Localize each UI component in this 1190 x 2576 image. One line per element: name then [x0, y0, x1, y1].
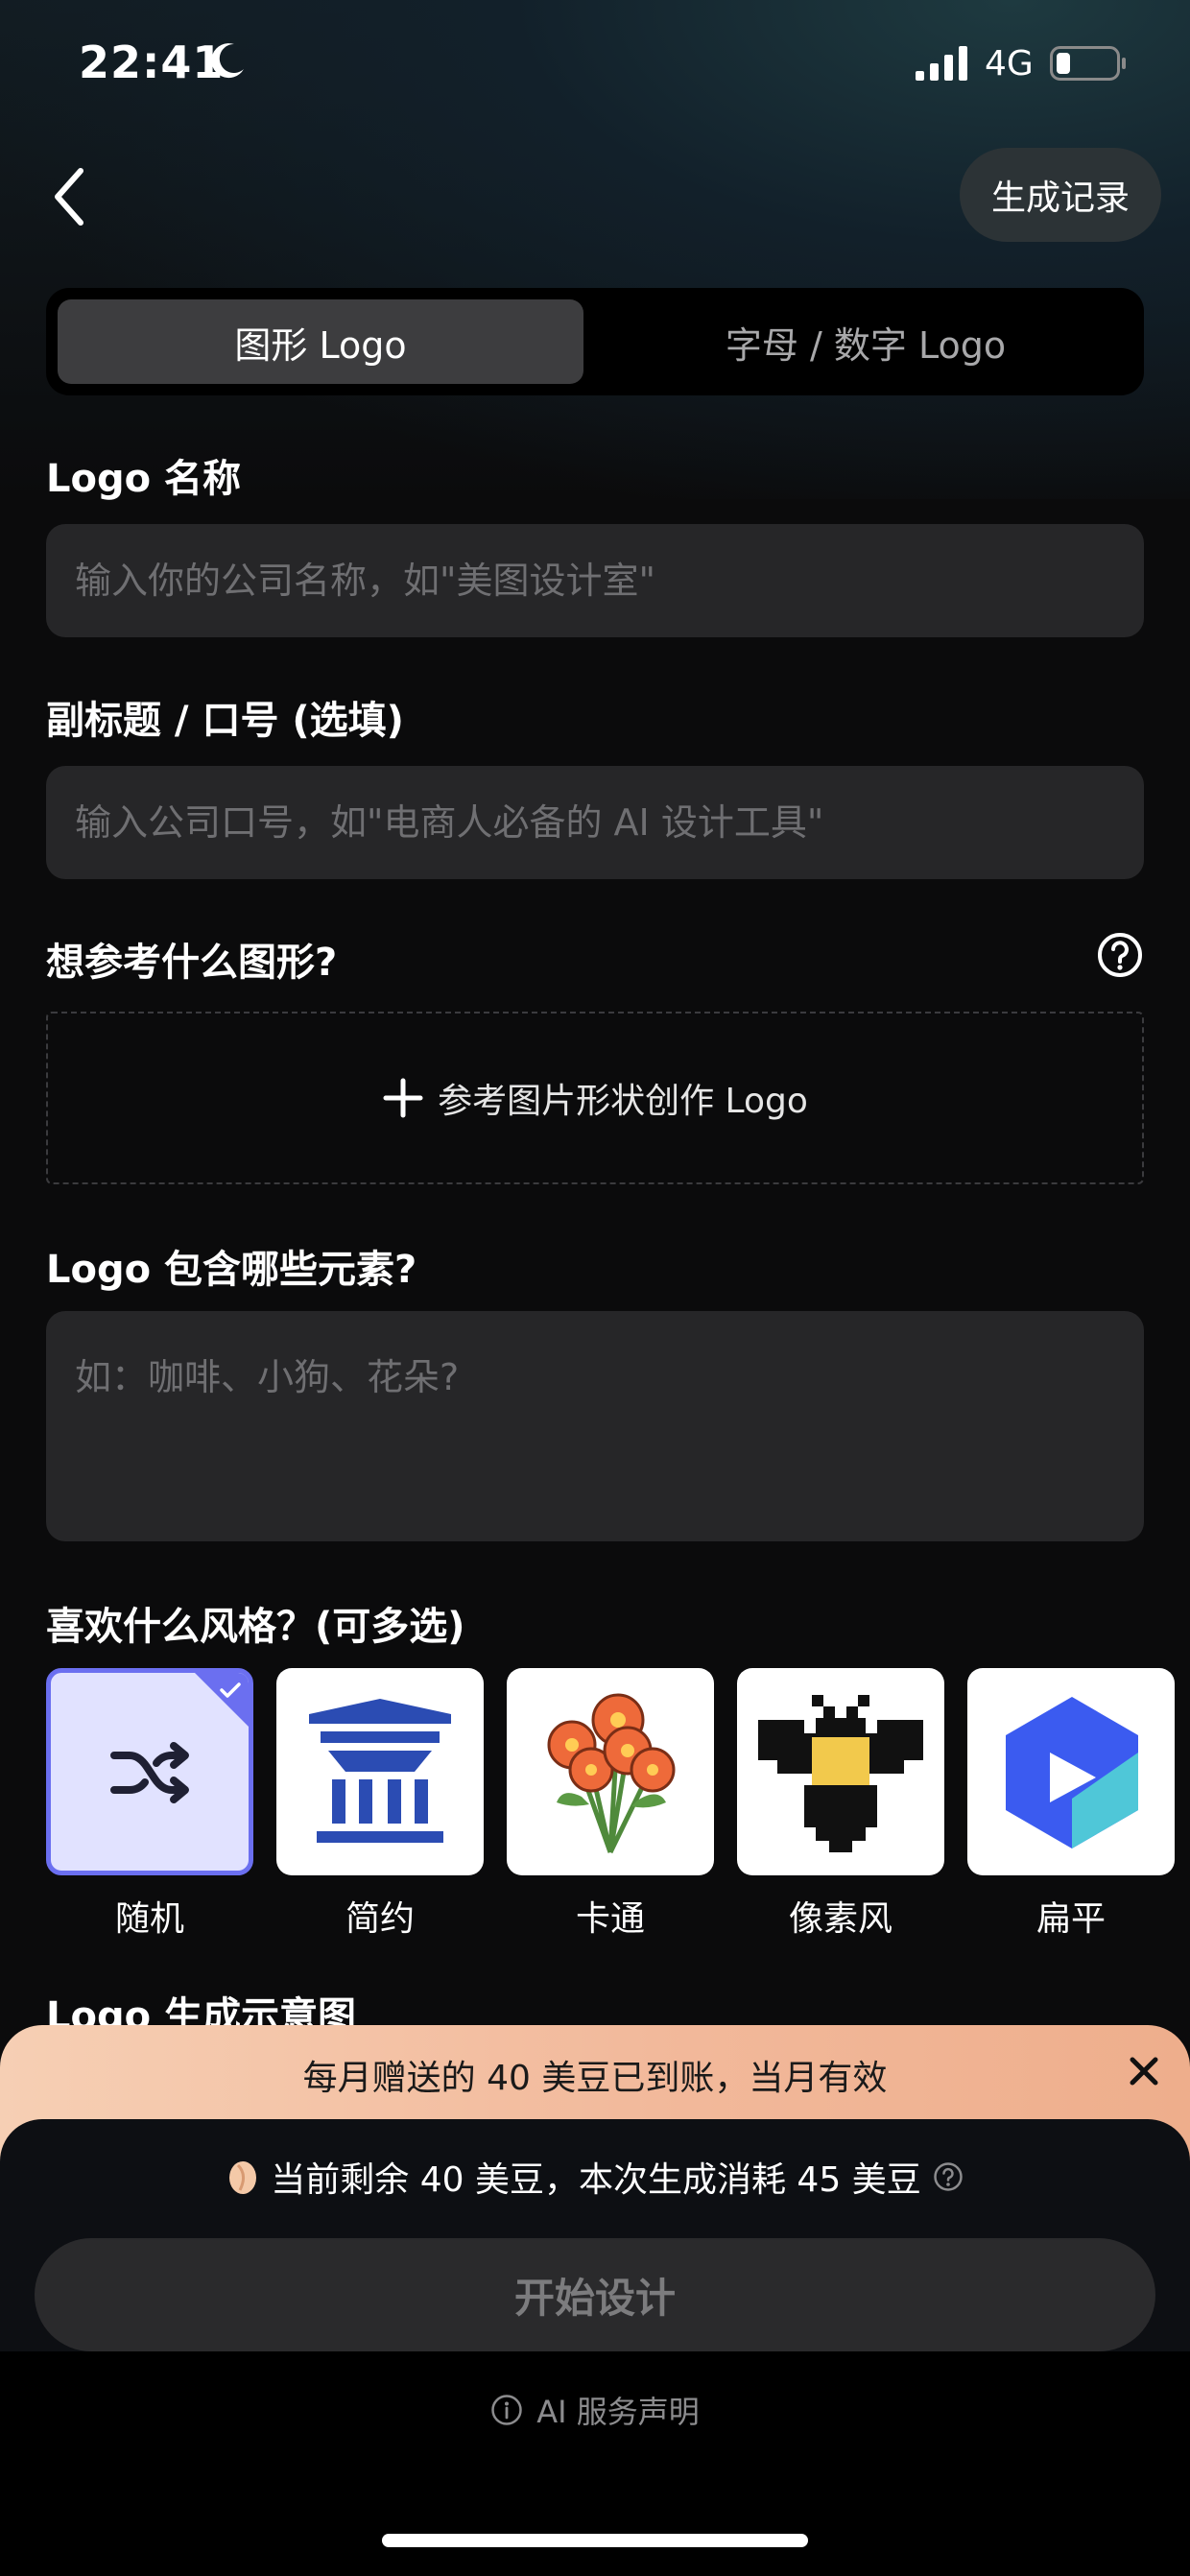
beans-text: 当前剩余 40 美豆，本次生成消耗 45 美豆 — [271, 2160, 921, 2200]
signal-icon — [916, 46, 967, 81]
shuffle-icon — [110, 1742, 189, 1803]
style-label: 喜欢什么风格？(可多选) — [46, 1605, 465, 1649]
info-icon — [491, 2395, 522, 2425]
flat-logo-icon — [1006, 1697, 1138, 1849]
logo-name-label: Logo 名称 — [46, 457, 242, 501]
check-icon — [195, 1673, 249, 1727]
flowers-icon — [547, 1693, 676, 1854]
style-label-flat: 扁平 — [1035, 1899, 1106, 1939]
building-icon — [309, 1699, 451, 1843]
battery-icon — [1050, 46, 1126, 81]
elements-label: Logo 包含哪些元素? — [46, 1248, 417, 1292]
ai-notice-link[interactable]: AI 服务声明 — [0, 2388, 1190, 2432]
style-card-random[interactable] — [46, 1668, 253, 1875]
tab-graphic-logo[interactable]: 图形 Logo — [58, 299, 583, 384]
style-card-simple[interactable] — [276, 1668, 484, 1875]
pixel-bee-icon — [758, 1695, 923, 1852]
promo-text: 每月赠送的 40 美豆已到账，当月有效 — [302, 2059, 888, 2098]
upload-label: 参考图片形状创作 Logo — [438, 1082, 808, 1121]
elements-input[interactable] — [46, 1311, 1144, 1541]
moon-icon — [211, 43, 244, 79]
bean-icon — [229, 2161, 257, 2194]
home-indicator[interactable] — [382, 2534, 808, 2547]
style-card-flat[interactable] — [967, 1668, 1175, 1875]
logo-name-input[interactable] — [46, 524, 1144, 637]
subtitle-label: 副标题 / 口号 (选填) — [46, 699, 404, 743]
question-icon[interactable] — [933, 2161, 964, 2192]
status-time: 22:41 — [79, 36, 225, 88]
tab-letter-logo[interactable]: 字母 / 数字 Logo — [597, 299, 1134, 384]
style-card-pixel[interactable] — [737, 1668, 944, 1875]
help-icon[interactable] — [1096, 931, 1144, 979]
ai-notice-text: AI 服务声明 — [536, 2394, 700, 2430]
plus-icon — [383, 1078, 423, 1118]
style-label-simple: 简约 — [345, 1899, 415, 1939]
style-card-cartoon[interactable] — [507, 1668, 714, 1875]
close-icon[interactable] — [1127, 2054, 1161, 2088]
style-label-pixel: 像素风 — [788, 1899, 892, 1939]
style-label-random: 随机 — [114, 1899, 184, 1939]
subtitle-input[interactable] — [46, 766, 1144, 879]
reference-upload-area[interactable]: 参考图片形状创作 Logo — [46, 1012, 1144, 1184]
network-type: 4G — [985, 44, 1034, 83]
style-label-cartoon: 卡通 — [575, 1899, 645, 1939]
reference-label: 想参考什么图形? — [46, 941, 338, 985]
chevron-left-icon[interactable] — [46, 163, 94, 230]
beans-balance-row: 当前剩余 40 美豆，本次生成消耗 45 美豆 — [0, 2152, 1190, 2202]
history-button[interactable]: 生成记录 — [960, 148, 1161, 242]
start-design-button[interactable]: 开始设计 — [35, 2238, 1155, 2351]
